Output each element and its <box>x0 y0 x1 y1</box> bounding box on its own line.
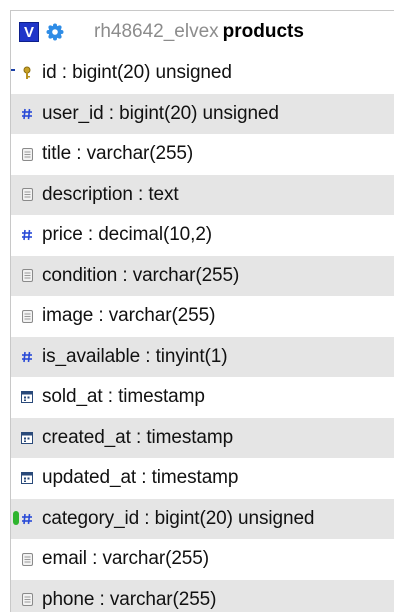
text-icon <box>19 551 35 567</box>
hash-icon <box>19 349 35 365</box>
hash-icon <box>19 106 35 122</box>
key-icon <box>19 65 35 81</box>
database-name: rh48642_elvex <box>94 21 219 42</box>
column-row[interactable]: category_id : bigint(20) unsigned <box>11 498 394 539</box>
column-label: image : varchar(255) <box>42 305 216 327</box>
table-name: products <box>222 21 304 42</box>
column-label: condition : varchar(255) <box>42 264 240 286</box>
column-list: id : bigint(20) unsigned user_id : bigint… <box>11 53 394 612</box>
column-row[interactable]: price : decimal(10,2) <box>11 215 394 256</box>
text-icon <box>19 146 35 162</box>
column-label: price : decimal(10,2) <box>42 224 213 246</box>
text-icon <box>19 308 35 324</box>
text-icon <box>19 592 35 608</box>
toggle-columns-button[interactable]: V <box>19 22 39 42</box>
column-label: description : text <box>42 183 179 205</box>
column-label: user_id : bigint(20) unsigned <box>42 102 279 124</box>
table-title[interactable]: rh48642_elvex products <box>94 21 304 43</box>
column-row[interactable]: description : text <box>11 174 394 215</box>
column-label: updated_at : timestamp <box>42 467 239 489</box>
column-row[interactable]: updated_at : timestamp <box>11 458 394 499</box>
column-label: is_available : tinyint(1) <box>42 345 228 367</box>
column-row[interactable]: created_at : timestamp <box>11 417 394 458</box>
calendar-icon <box>19 389 35 405</box>
column-row[interactable]: email : varchar(255) <box>11 539 394 580</box>
table-designer-box[interactable]: V rh48642_elvex products id : bigint(20) … <box>10 10 394 612</box>
relation-connector-dot <box>13 511 19 525</box>
column-row[interactable]: id : bigint(20) unsigned <box>11 53 394 94</box>
column-label: phone : varchar(255) <box>42 588 217 610</box>
column-row[interactable]: image : varchar(255) <box>11 296 394 337</box>
column-label: title : varchar(255) <box>42 143 194 165</box>
text-icon <box>19 187 35 203</box>
calendar-icon <box>19 430 35 446</box>
relation-line-marker <box>11 69 15 71</box>
column-row[interactable]: sold_at : timestamp <box>11 377 394 418</box>
column-label: id : bigint(20) unsigned <box>42 62 232 84</box>
hash-icon <box>19 227 35 243</box>
calendar-icon <box>19 470 35 486</box>
gear-icon[interactable] <box>44 21 66 43</box>
column-row[interactable]: user_id : bigint(20) unsigned <box>11 93 394 134</box>
column-row[interactable]: title : varchar(255) <box>11 134 394 175</box>
table-header[interactable]: V rh48642_elvex products <box>11 11 394 53</box>
column-label: category_id : bigint(20) unsigned <box>42 507 315 529</box>
column-row[interactable]: condition : varchar(255) <box>11 255 394 296</box>
column-label: sold_at : timestamp <box>42 386 205 408</box>
column-label: created_at : timestamp <box>42 426 234 448</box>
text-icon <box>19 268 35 284</box>
column-label: email : varchar(255) <box>42 548 209 570</box>
hash-icon <box>19 511 35 527</box>
column-row[interactable]: phone : varchar(255) <box>11 579 394 612</box>
column-row[interactable]: is_available : tinyint(1) <box>11 336 394 377</box>
